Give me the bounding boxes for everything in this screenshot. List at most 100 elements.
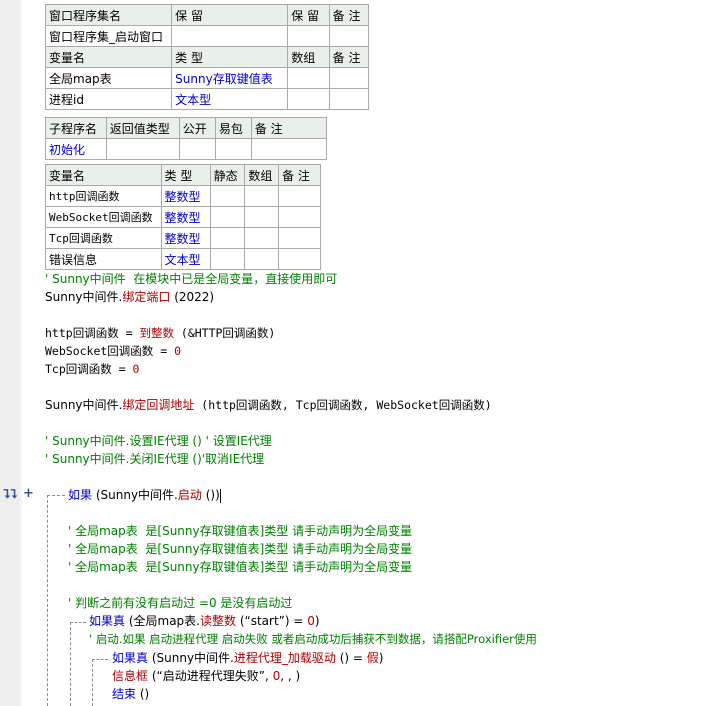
- var-type-cell[interactable]: 整数型: [160, 227, 211, 249]
- var-type-cell[interactable]: 整数型: [160, 185, 211, 207]
- header-cell: 类 型: [171, 46, 289, 68]
- var-name-cell[interactable]: 全局map表: [44, 67, 173, 89]
- code-comment[interactable]: ' 全局map表 是[Sunny存取键值表]类型 请手动声明为全局变量: [68, 523, 412, 539]
- var-name-cell[interactable]: 进程id: [44, 88, 173, 110]
- code-line[interactable]: 结束 (): [112, 686, 149, 702]
- var-type-cell[interactable]: Sunny存取键值表: [171, 67, 289, 89]
- subroutine-table: 子程序名 返回值类型 公开 易包 备 注 初始化: [45, 117, 328, 160]
- var-array-cell[interactable]: [287, 67, 330, 89]
- code-assign: Tcp回调函数 =: [45, 362, 133, 376]
- code-comment[interactable]: ' 全局map表 是[Sunny存取键值表]类型 请手动声明为全局变量: [68, 541, 412, 557]
- code-comment[interactable]: ' Sunny中间件.设置IE代理 () ' 设置IE代理: [45, 433, 272, 449]
- code-line[interactable]: Sunny中间件.绑定端口 (2022): [45, 289, 214, 305]
- fold-arrows-icon[interactable]: ⮧⮧: [3, 487, 17, 502]
- subroutine-name-cell[interactable]: 初始化: [45, 138, 107, 160]
- var-name-cell[interactable]: 错误信息: [45, 248, 162, 270]
- code-obj: Sunny中间件.: [45, 290, 123, 304]
- window-assembly-table: 窗口程序集名 保 留 保 留 备 注 窗口程序集_启动窗口 变量名 类 型 数组…: [44, 4, 370, 110]
- cell[interactable]: [209, 248, 246, 270]
- var-note-cell[interactable]: [328, 67, 370, 89]
- code-line[interactable]: http回调函数 = 到整数 (&HTTP回调函数): [45, 325, 275, 341]
- code-args: (): [136, 687, 150, 701]
- var-type-cell[interactable]: 文本型: [160, 248, 211, 270]
- editor-gutter-edge: [20, 0, 22, 706]
- header-cell: 子程序名: [45, 117, 107, 139]
- var-array-cell[interactable]: [287, 88, 330, 110]
- cell[interactable]: [209, 206, 246, 228]
- header-cell: 公开: [178, 117, 216, 139]
- header-cell: 返回值类型: [105, 117, 180, 139]
- code-func: 到整数: [139, 326, 174, 340]
- flow-guide-branch: [70, 622, 86, 623]
- code-number: 0: [174, 344, 182, 358]
- cell[interactable]: [105, 138, 180, 160]
- var-name-cell[interactable]: http回调函数: [45, 185, 162, 207]
- cell[interactable]: [209, 185, 246, 207]
- header-cell: 备 注: [250, 117, 328, 139]
- code-method: 进程代理_加载驱动: [233, 651, 336, 665]
- header-cell: 数组: [287, 46, 330, 68]
- cell[interactable]: [328, 25, 370, 47]
- code-keyword: 如果真: [89, 614, 126, 628]
- cell[interactable]: [278, 206, 321, 228]
- code-comment[interactable]: ' Sunny中间件.关闭IE代理 ()'取消IE代理: [45, 451, 264, 467]
- code-keyword: 结束: [112, 687, 137, 701]
- cell[interactable]: [244, 206, 280, 228]
- header-cell: 易包: [214, 117, 252, 139]
- header-cell: 变量名: [45, 164, 162, 186]
- code-line-if-true[interactable]: 如果真 (全局map表.读整数 (“start”) = 0): [89, 613, 320, 629]
- header-cell: 类 型: [160, 164, 211, 186]
- code-args: (2022): [170, 290, 215, 304]
- cell[interactable]: [209, 227, 246, 249]
- code-args: (“启动进程代理失败”,: [148, 669, 273, 683]
- code-method: 绑定回调地址: [122, 398, 195, 412]
- code-args: (“start”) =: [236, 614, 308, 628]
- local-vars-table: 变量名 类 型 静态 数组 备 注 http回调函数 整数型 WebSocket…: [45, 164, 321, 270]
- cell[interactable]: [214, 138, 252, 160]
- code-func: 信息框: [112, 669, 149, 683]
- code-args: ()): [201, 488, 220, 502]
- cell[interactable]: [171, 25, 289, 47]
- flow-guide-branch: [47, 495, 65, 496]
- code-line-if-true[interactable]: 如果真 (Sunny中间件.进程代理_加载驱动 () = 假): [112, 650, 383, 666]
- code-comment[interactable]: ' Sunny中间件 在模块中已是全局变量，直接使用即可: [45, 271, 337, 287]
- var-note-cell[interactable]: [328, 88, 370, 110]
- code-assign: WebSocket回调函数 =: [45, 344, 175, 358]
- code-comment[interactable]: ' 全局map表 是[Sunny存取键值表]类型 请手动声明为全局变量: [68, 559, 412, 575]
- header-cell: 备 注: [328, 4, 370, 26]
- header-cell: 变量名: [44, 46, 173, 68]
- code-line-if[interactable]: 如果 (Sunny中间件.启动 ()): [68, 487, 221, 503]
- code-args: () =: [335, 651, 367, 665]
- var-name-cell[interactable]: WebSocket回调函数: [45, 206, 162, 228]
- cell[interactable]: [278, 248, 321, 270]
- flow-guide-branch: [92, 659, 108, 660]
- var-type-cell[interactable]: 整数型: [160, 206, 211, 228]
- cell[interactable]: [244, 227, 280, 249]
- var-name-cell[interactable]: Tcp回调函数: [45, 227, 162, 249]
- expand-plus-icon[interactable]: +: [23, 486, 34, 501]
- code-line[interactable]: 信息框 (“启动进程代理失败”, 0, , ): [112, 668, 300, 684]
- cell[interactable]: [278, 185, 321, 207]
- code-args: (http回调函数, Tcp回调函数, WebSocket回调函数): [194, 398, 492, 412]
- code-method: 启动: [177, 488, 202, 502]
- text-cursor: [219, 488, 221, 503]
- code-comment[interactable]: ' 判断之前有没有启动过 =0 是没有启动过: [68, 595, 292, 611]
- var-type-cell[interactable]: 文本型: [171, 88, 289, 110]
- code-obj: (Sunny中间件.: [148, 651, 234, 665]
- cell[interactable]: [287, 25, 330, 47]
- code-line[interactable]: Tcp回调函数 = 0: [45, 361, 139, 377]
- editor-gutter: [0, 0, 20, 706]
- cell[interactable]: [244, 248, 280, 270]
- code-line[interactable]: Sunny中间件.绑定回调地址 (http回调函数, Tcp回调函数, WebS…: [45, 397, 492, 413]
- cell[interactable]: [278, 227, 321, 249]
- code-comment[interactable]: ' 启动.如果 启动进程代理 启动失败 或者启动成功后捕获不到数据，请搭配Pro…: [89, 631, 537, 647]
- code-bool: 假: [366, 651, 379, 665]
- assembly-name-cell[interactable]: 窗口程序集_启动窗口: [44, 25, 173, 47]
- header-cell: 窗口程序集名: [44, 4, 173, 26]
- cell[interactable]: [250, 138, 328, 160]
- cell[interactable]: [244, 185, 280, 207]
- cell[interactable]: [178, 138, 216, 160]
- code-assign: http回调函数 =: [45, 326, 140, 340]
- flow-guide-line: [92, 659, 93, 706]
- code-line[interactable]: WebSocket回调函数 = 0: [45, 343, 181, 359]
